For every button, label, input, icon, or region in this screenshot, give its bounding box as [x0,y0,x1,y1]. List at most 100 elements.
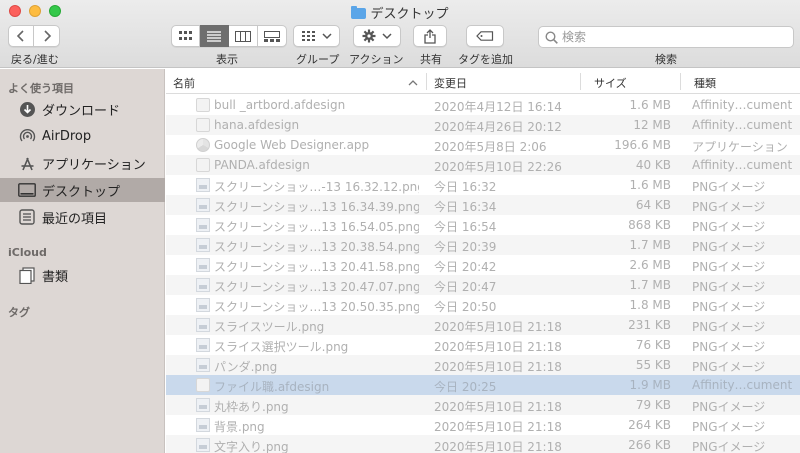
file-kind: Affinity…cument [692,118,793,132]
file-name: スクリーンショッ…13 20.50.35.png [214,300,419,314]
sidebar-item-downloads[interactable]: ダウンロード [0,97,165,121]
file-row[interactable]: 文字入り.png 2020年5月10日 21:18 266 KB PNGイメージ [166,435,800,453]
sidebar-item-desktop[interactable]: デスクトップ [0,178,165,202]
documents-icon [18,266,36,284]
image-icon [196,318,210,332]
file-row[interactable]: スクリーンショッ…13 20.41.58.png 今日 20:42 2.6 MB PN… [166,255,800,275]
file-date: 今日 20:39 [434,240,497,254]
gallery-view-button[interactable] [258,25,287,47]
file-list: 名前 変更日 サイズ 種類 bull _artbord.afdesign 2020… [166,69,800,453]
file-kind: PNGイメージ [692,180,766,194]
file-row[interactable]: スライスツール.png 2020年5月10日 21:18 231 KB PNGイメージ [166,315,800,335]
file-row[interactable]: スクリーンショッ…13 16.54.05.png 今日 16:54 868 KB PN… [166,215,800,235]
file-date: 2020年4月12日 16:14 [434,100,562,114]
file-kind: PNGイメージ [692,300,766,314]
search-label: 検索 [655,53,677,66]
folder-icon [351,6,367,19]
file-kind: PNGイメージ [692,280,766,294]
search-field[interactable] [538,26,794,48]
toolbar: デスクトップ 戻る/進む 表示 グループ アクション 共有 タグを追加 検索 検… [0,0,800,68]
file-size: 40 KB [635,158,671,172]
action-button[interactable] [353,25,401,47]
share-button[interactable] [413,25,447,47]
chevron-left-icon [16,30,24,42]
file-kind: Affinity…cument [692,98,793,112]
file-row[interactable]: 背景.png 2020年5月10日 21:18 264 KB PNGイメージ [166,415,800,435]
file-name: ファイル職.afdesign [214,380,330,394]
file-row[interactable]: bull _artbord.afdesign 2020年4月12日 16:14 1.… [166,95,800,115]
file-name: スクリーンショッ…13 16.54.05.png [214,220,419,234]
gear-icon [362,29,376,43]
file-row[interactable]: スクリーンショッ…13 20.38.54.png 今日 20:39 1.7 MB PN… [166,235,800,255]
file-row[interactable]: スクリーンショッ…13 20.47.07.png 今日 20:47 1.7 MB PN… [166,275,800,295]
file-name: スクリーンショッ…13 20.41.58.png [214,260,419,274]
file-kind: アプリケーション [692,140,788,154]
file-date: 今日 16:32 [434,180,497,194]
list-view-button[interactable] [200,25,229,47]
file-kind: PNGイメージ [692,420,766,434]
file-row[interactable]: スクリーンショッ…-13 16.32.12.png 今日 16:32 1.6 MB P… [166,175,800,195]
file-name: bull _artbord.afdesign [214,98,346,112]
file-row[interactable]: hana.afdesign 2020年4月26日 20:12 12 MB Affini… [166,115,800,135]
forward-button[interactable] [34,25,60,47]
file-date: 2020年5月10日 21:18 [434,320,562,334]
file-name: スライスツール.png [214,320,325,334]
column-kind[interactable]: 種類 [694,75,716,91]
favorites-heading: よく使う項目 [8,82,74,95]
search-icon [545,30,558,44]
file-size: 1.6 MB [629,98,671,112]
file-size: 2.6 MB [629,258,671,272]
file-date: 今日 20:47 [434,280,497,294]
file-row[interactable]: スクリーンショッ…13 20.50.35.png 今日 20:50 1.8 MB PN… [166,295,800,315]
icon-view-button[interactable] [171,25,200,47]
image-icon [196,278,210,292]
app-icon [196,138,210,152]
file-size: 264 KB [628,418,671,432]
sort-chevron-up-icon [408,80,418,86]
sidebar-item-applications[interactable]: アプリケーション [0,151,165,175]
file-name: 文字入り.png [214,440,289,453]
document-icon [196,118,210,132]
sidebar-item-documents[interactable]: 書類 [0,263,165,287]
file-date: 2020年4月26日 20:12 [434,120,562,134]
document-icon [196,378,210,392]
group-button[interactable] [293,25,340,47]
column-date[interactable]: 変更日 [434,75,467,91]
column-size[interactable]: サイズ [594,75,627,91]
sidebar-item-airdrop[interactable]: AirDrop [0,124,165,148]
sidebar-item-label: アプリケーション [42,157,146,173]
tag-icon [476,31,494,41]
file-row[interactable]: スライス選択ツール.png 2020年5月10日 21:18 76 KB PNGイメー… [166,335,800,355]
add-tag-button[interactable] [466,25,504,47]
file-date: 2020年5月10日 22:26 [434,160,562,174]
file-size: 1.7 MB [629,278,671,292]
back-forward-group [8,25,60,47]
image-icon [196,438,210,452]
file-row[interactable]: スクリーンショッ…13 16.34.39.png 今日 16:34 64 KB PNG… [166,195,800,215]
file-name: スクリーンショッ…13 16.34.39.png [214,200,419,214]
file-size: 868 KB [628,218,671,232]
file-date: 今日 16:34 [434,200,497,214]
file-date: 今日 20:42 [434,260,497,274]
file-row[interactable]: Google Web Designer.app 2020年5月8日 2:06 196… [166,135,800,155]
file-row[interactable]: ファイル職.afdesign 今日 20:25 1.9 MB Affinity…cum… [166,375,800,395]
file-row[interactable]: PANDA.afdesign 2020年5月10日 22:26 40 KB Affin… [166,155,800,175]
sidebar-item-recents[interactable]: 最近の項目 [0,205,165,229]
download-icon [18,100,36,118]
image-icon [196,338,210,352]
column-name[interactable]: 名前 [173,75,195,91]
column-view-button[interactable] [229,25,258,47]
file-date: 2020年5月10日 21:18 [434,400,562,414]
file-name: パンダ.png [214,360,278,374]
file-size: 76 KB [635,338,671,352]
sidebar-item-label: AirDrop [42,128,92,144]
image-icon [196,358,210,372]
search-input[interactable] [562,30,782,44]
file-row[interactable]: 丸枠あり.png 2020年5月10日 21:18 79 KB PNGイメージ [166,395,800,415]
share-label: 共有 [420,53,442,66]
file-date: 今日 16:54 [434,220,497,234]
back-button[interactable] [8,25,34,47]
file-date: 2020年5月10日 21:18 [434,340,562,354]
applications-icon [18,154,36,172]
file-row[interactable]: パンダ.png 2020年5月10日 21:18 55 KB PNGイメージ [166,355,800,375]
